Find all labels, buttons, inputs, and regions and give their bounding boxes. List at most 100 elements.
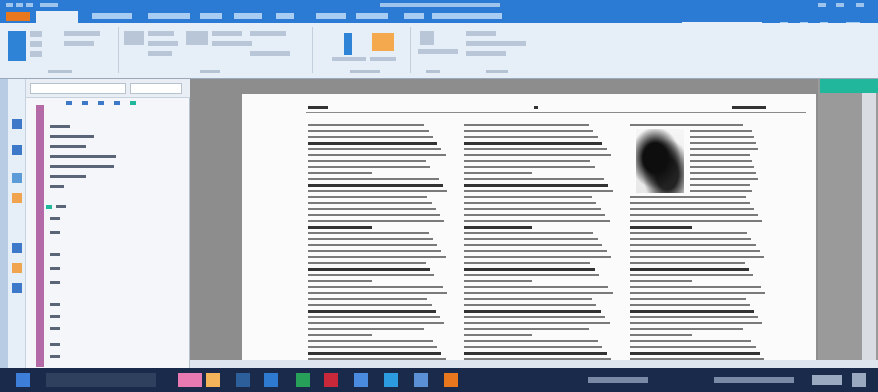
right-panel-toggle[interactable] xyxy=(820,79,878,93)
tab-9[interactable] xyxy=(404,13,424,19)
tab-3[interactable] xyxy=(148,13,190,19)
task-app-icon[interactable] xyxy=(444,373,458,387)
quick-access-icon[interactable] xyxy=(40,3,58,7)
ribbon-button[interactable] xyxy=(64,41,94,46)
text-line xyxy=(630,340,752,342)
ribbon-button[interactable] xyxy=(466,41,526,46)
ribbon-button[interactable] xyxy=(212,41,252,46)
tab-5[interactable] xyxy=(234,13,262,19)
tab-8[interactable] xyxy=(356,13,388,19)
tab-6[interactable] xyxy=(276,13,294,19)
tool-icon[interactable] xyxy=(12,283,22,293)
document-page[interactable] xyxy=(242,94,816,368)
text-line xyxy=(464,298,592,300)
nav-toolbar-icon[interactable] xyxy=(130,101,136,105)
ribbon-button[interactable] xyxy=(186,31,208,45)
save-icon[interactable] xyxy=(6,3,13,7)
tab-active[interactable] xyxy=(36,11,78,23)
nav-tree-item[interactable] xyxy=(26,123,190,131)
nav-tree-item[interactable] xyxy=(26,265,190,273)
format-painter-button[interactable] xyxy=(30,51,42,57)
text-line xyxy=(630,310,755,313)
system-tray[interactable] xyxy=(588,377,648,383)
text-line xyxy=(308,190,448,192)
nav-tree-item[interactable] xyxy=(26,133,190,141)
nav-toolbar-icon[interactable] xyxy=(66,101,72,105)
ribbon-button[interactable] xyxy=(466,31,496,36)
task-app-icon[interactable] xyxy=(384,373,398,387)
ribbon-button[interactable] xyxy=(250,51,290,56)
nav-tree-item[interactable] xyxy=(26,301,190,309)
tab-4[interactable] xyxy=(200,13,222,19)
task-app-icon[interactable] xyxy=(206,373,220,387)
ribbon-button[interactable] xyxy=(418,49,458,54)
nav-tree-item[interactable] xyxy=(26,341,190,349)
ribbon-button[interactable] xyxy=(148,51,172,56)
navigation-search-input[interactable] xyxy=(30,83,126,94)
taskbar-search-input[interactable] xyxy=(46,373,156,387)
tool-icon[interactable] xyxy=(12,243,22,253)
nav-tree-item[interactable] xyxy=(26,153,190,161)
ribbon-button[interactable] xyxy=(148,31,174,36)
cut-button[interactable] xyxy=(30,31,42,37)
navigation-dropdown[interactable] xyxy=(130,83,182,94)
close-icon[interactable] xyxy=(856,3,864,7)
ribbon-button[interactable] xyxy=(466,51,506,56)
nav-toolbar-icon[interactable] xyxy=(82,101,88,105)
app-window xyxy=(0,0,878,392)
task-app-icon[interactable] xyxy=(324,373,338,387)
nav-tree-item[interactable] xyxy=(26,325,190,333)
nav-tree-item[interactable] xyxy=(26,203,190,211)
nav-tree-item[interactable] xyxy=(26,229,190,237)
clock[interactable] xyxy=(812,375,842,385)
ribbon-large-button[interactable] xyxy=(344,33,352,55)
tab-file[interactable] xyxy=(6,12,30,21)
ribbon-large-button[interactable] xyxy=(372,33,394,51)
ribbon-button[interactable] xyxy=(124,31,144,45)
nav-toolbar-icon[interactable] xyxy=(98,101,104,105)
task-app-icon[interactable] xyxy=(264,373,278,387)
tab-7[interactable] xyxy=(316,13,346,19)
notification-icon[interactable] xyxy=(852,373,866,387)
nav-tree-item[interactable] xyxy=(26,279,190,287)
nav-tree-item[interactable] xyxy=(26,163,190,171)
maximize-icon[interactable] xyxy=(836,3,844,7)
bookmark-icon[interactable] xyxy=(12,145,22,155)
nav-tree-item[interactable] xyxy=(26,143,190,151)
tool-icon[interactable] xyxy=(12,263,22,273)
vertical-scrollbar[interactable] xyxy=(862,93,876,368)
ribbon-button[interactable] xyxy=(64,31,100,36)
task-app-icon[interactable] xyxy=(178,373,202,387)
tab-2[interactable] xyxy=(92,13,132,19)
ribbon-button[interactable] xyxy=(420,31,434,45)
nav-tree-item[interactable] xyxy=(26,353,190,361)
undo-icon[interactable] xyxy=(16,3,23,7)
minimize-icon[interactable] xyxy=(818,3,826,7)
nav-tree-item[interactable] xyxy=(26,251,190,259)
start-icon[interactable] xyxy=(16,373,30,387)
copy-button[interactable] xyxy=(30,41,42,47)
tool-icon[interactable] xyxy=(12,173,22,183)
nav-tree-item[interactable] xyxy=(26,183,190,191)
system-tray[interactable] xyxy=(714,377,794,383)
redo-icon[interactable] xyxy=(26,3,33,7)
nav-tree-item[interactable] xyxy=(26,215,190,223)
task-app-icon[interactable] xyxy=(296,373,310,387)
tool-icon[interactable] xyxy=(12,193,22,203)
tab-10[interactable] xyxy=(432,13,502,19)
ribbon-button[interactable] xyxy=(212,31,242,36)
ribbon-button[interactable] xyxy=(250,31,286,36)
nav-tree-item[interactable] xyxy=(26,173,190,181)
nav-toolbar-icon[interactable] xyxy=(114,101,120,105)
text-line xyxy=(630,220,763,222)
ribbon-group-label xyxy=(486,70,508,73)
paste-button[interactable] xyxy=(8,31,26,61)
page-thumbnails-icon[interactable] xyxy=(12,119,22,129)
ribbon-group-label xyxy=(426,70,440,73)
ribbon-button[interactable] xyxy=(148,41,178,46)
text-line xyxy=(464,322,610,324)
nav-tree-item[interactable] xyxy=(26,313,190,321)
task-app-icon[interactable] xyxy=(236,373,250,387)
task-app-icon[interactable] xyxy=(354,373,368,387)
task-app-icon[interactable] xyxy=(414,373,428,387)
